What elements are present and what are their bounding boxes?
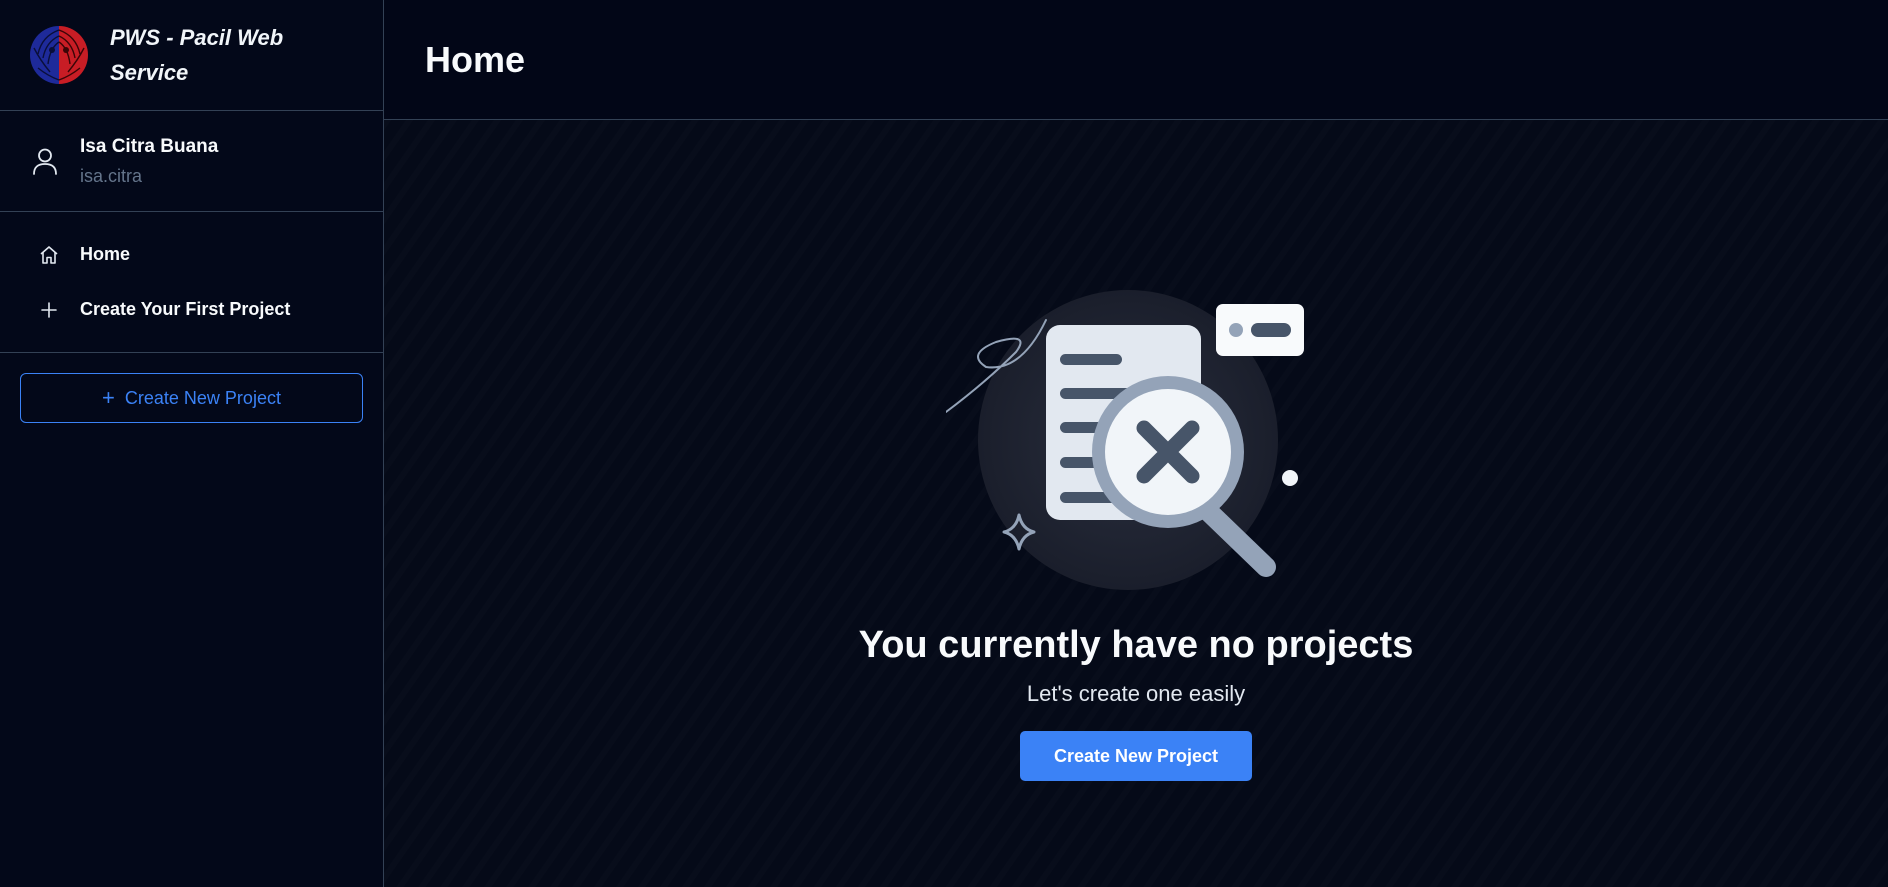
empty-state-title: You currently have no projects [858, 624, 1414, 666]
university-emblem-icon[interactable] [28, 24, 90, 86]
user-profile: Isa Citra Buana isa.citra [0, 111, 383, 212]
sidebar: PWS - Pacil Web Service Isa Citra Buana … [0, 0, 384, 887]
sidebar-item-home[interactable]: Home [0, 227, 383, 282]
empty-state-subtitle: Let's create one easily [1026, 681, 1246, 706]
sidebar-nav: Home Create Your First Project [0, 212, 383, 353]
user-info: Isa Citra Buana isa.citra [80, 136, 218, 187]
sidebar-item-label: Create Your First Project [80, 299, 291, 319]
user-handle: isa.citra [80, 165, 143, 186]
brand-title: PWS - Pacil Web Service [110, 25, 284, 85]
brand-header: PWS - Pacil Web Service [0, 0, 383, 111]
sidebar-cta-container: + Create New Project [0, 353, 383, 443]
empty-state: You currently have no projects Let's cre… [384, 120, 1888, 887]
sidebar-item-create-first-project[interactable]: Create Your First Project [0, 282, 383, 337]
app-root: PWS - Pacil Web Service Isa Citra Buana … [0, 0, 1888, 887]
plus-icon [41, 301, 57, 318]
sidebar-item-label: Home [80, 244, 131, 264]
top-bar: Home [384, 0, 1888, 120]
user-icon [33, 148, 57, 175]
page-title: Home [425, 38, 526, 80]
user-name: Isa Citra Buana [80, 135, 219, 157]
main-area: Home You currently have no projects Let'… [384, 0, 1888, 887]
plus-icon: + [102, 385, 115, 410]
create-new-project-button[interactable]: Create New Project [1020, 731, 1252, 781]
document-search-no-results-icon [946, 290, 1304, 590]
button-label: Create New Project [124, 387, 281, 408]
sidebar-create-project-button[interactable]: + Create New Project [20, 373, 363, 423]
home-icon [40, 245, 58, 264]
